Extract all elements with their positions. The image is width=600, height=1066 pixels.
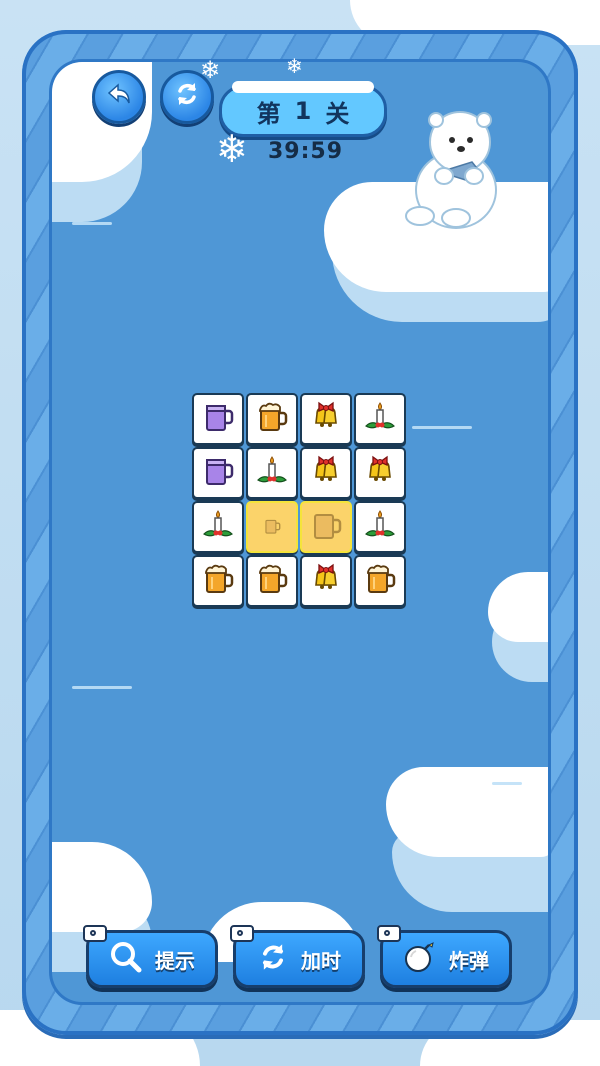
beer-mug-icon <box>263 517 282 538</box>
tile-r1-c1[interactable] <box>192 393 244 445</box>
refresh-icon <box>257 941 289 978</box>
snowflake-icon: ❄ <box>200 56 221 84</box>
snowflake-icon: ❄ <box>216 127 248 171</box>
video-ad-icon <box>377 925 401 942</box>
search-icon <box>109 940 143 979</box>
back-arrow-icon <box>106 81 132 114</box>
tile-r4-c2[interactable] <box>246 555 298 607</box>
ice-floe <box>52 842 152 932</box>
ice-floe <box>386 767 548 857</box>
christmas-candle-icon <box>362 400 398 438</box>
beer-mug-icon <box>309 508 343 546</box>
bomb-label: 炸弹 <box>449 948 489 973</box>
christmas-bells-icon <box>308 562 344 600</box>
add-time-label: 加时 <box>301 948 341 973</box>
tile-r4-c1[interactable] <box>192 555 244 607</box>
tile-r2-c4[interactable] <box>354 447 406 499</box>
purple-mug-icon <box>201 400 235 438</box>
video-ad-icon <box>83 925 107 942</box>
purple-mug-icon <box>201 454 235 492</box>
tile-r3-c4[interactable] <box>354 501 406 553</box>
tile-r1-c2[interactable] <box>246 393 298 445</box>
water-ripple <box>412 426 472 429</box>
christmas-candle-icon <box>362 508 398 546</box>
tile-r2-c2[interactable] <box>246 447 298 499</box>
level-suffix: 关 <box>325 99 350 128</box>
level-prefix: 第 <box>256 99 281 128</box>
beer-mug-icon <box>255 400 289 438</box>
snowflake-icon: ❄ <box>286 54 303 78</box>
beer-mug-icon <box>201 562 235 600</box>
tile-r1-c3[interactable] <box>300 393 352 445</box>
water-ripple <box>72 222 112 225</box>
hint-label: 提示 <box>155 948 195 973</box>
tile-r1-c4[interactable] <box>354 393 406 445</box>
level-number: 1 <box>294 97 312 125</box>
bomb-button[interactable]: 炸弹 <box>377 925 512 988</box>
christmas-bells-icon <box>308 400 344 438</box>
polar-bear-mascot <box>400 106 510 231</box>
tile-r3-c2[interactable] <box>246 501 298 553</box>
beer-mug-icon <box>255 562 289 600</box>
tile-r3-c3[interactable] <box>300 501 352 553</box>
hint-button[interactable]: 提示 <box>83 925 218 988</box>
countdown-timer: 39:59 <box>268 139 344 164</box>
tile-r2-c1[interactable] <box>192 447 244 499</box>
ice-floe <box>488 572 548 642</box>
christmas-candle-icon <box>254 454 290 492</box>
back-button[interactable] <box>92 70 146 124</box>
tile-r2-c3[interactable] <box>300 447 352 499</box>
refresh-icon <box>173 80 201 115</box>
add-time-button[interactable]: 加时 <box>230 925 365 988</box>
bomb-icon <box>403 940 437 979</box>
water-ripple <box>492 782 522 785</box>
beer-mug-icon <box>363 562 397 600</box>
tile-grid <box>192 393 408 609</box>
video-ad-icon <box>230 925 254 942</box>
tile-r4-c3[interactable] <box>300 555 352 607</box>
christmas-bells-icon <box>308 454 344 492</box>
christmas-candle-icon <box>200 508 236 546</box>
christmas-bells-icon <box>362 454 398 492</box>
water-ripple <box>72 686 132 689</box>
tile-r3-c1[interactable] <box>192 501 244 553</box>
tile-r4-c4[interactable] <box>354 555 406 607</box>
